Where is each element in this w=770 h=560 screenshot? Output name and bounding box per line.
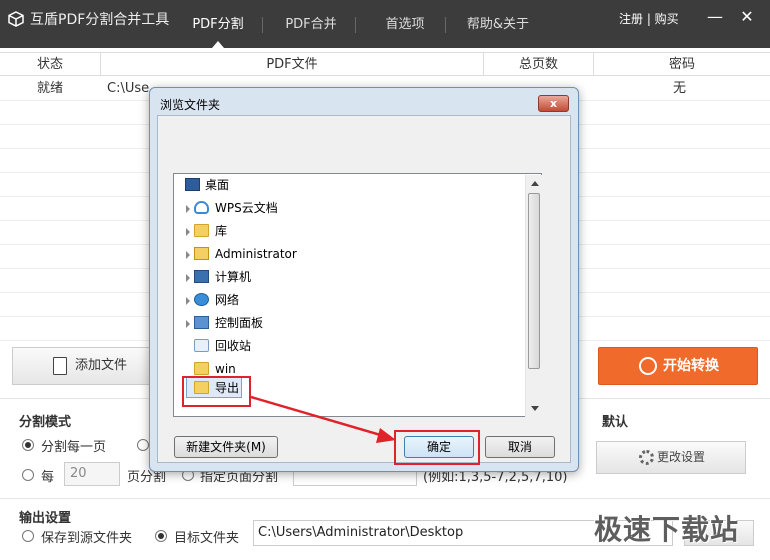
gear-icon [639,450,654,465]
close-button[interactable]: ✕ [738,8,756,26]
minimize-button[interactable]: — [706,8,724,26]
recycle-bin-icon [194,339,209,352]
tab-preferences[interactable]: 首选项 [372,0,438,48]
app-title: 互盾PDF分割合并工具 [30,12,170,28]
tree-item-label: 计算机 [215,270,252,284]
scrollbar-thumb[interactable] [528,193,540,369]
app-logo-icon [8,11,24,27]
save-to-source-radio[interactable] [22,530,34,542]
highlight-ok-button [394,430,480,465]
tab-help-about[interactable]: 帮助&关于 [456,0,540,48]
dialog-title: 浏览文件夹 [160,98,221,112]
tree-item-label: 控制面板 [215,316,264,330]
split-every-label: 每 [41,470,55,485]
file-table-header: 状态 PDF文件 总页数 密码 [0,52,770,76]
desktop-icon [185,178,200,191]
tab-divider [262,17,263,33]
column-total-pages[interactable]: 总页数 [484,53,594,76]
tree-item-label: 网络 [215,293,240,307]
expand-arrow-icon[interactable] [186,228,190,236]
tab-pdf-merge[interactable]: PDF合并 [274,0,348,48]
row-file: C:\Use [107,81,150,96]
expand-arrow-icon[interactable] [186,205,190,213]
split-mode-label: 分割模式 [19,415,72,430]
target-folder-label: 目标文件夹 [174,531,240,546]
browse-folder-dialog: 浏览文件夹 x 桌面 WPS云文档 库 Administrator 计算机 网络… [149,87,579,472]
split-every-radio[interactable] [22,469,34,481]
dialog-body: 桌面 WPS云文档 库 Administrator 计算机 网络 控制面板 回收… [157,115,571,463]
divider [0,498,770,499]
cancel-button[interactable]: 取消 [485,436,555,458]
default-label: 默认 [602,415,629,430]
tree-item-label: WPS云文档 [215,201,278,215]
title-bar: 互盾PDF分割合并工具 PDF分割 PDF合并 首选项 帮助&关于 注册 | 购… [0,0,770,48]
scroll-down-icon[interactable] [531,406,539,411]
tree-item-label: 回收站 [215,339,252,353]
change-settings-button[interactable]: 更改设置 [596,441,746,474]
expand-arrow-icon[interactable] [186,320,190,328]
new-folder-button[interactable]: 新建文件夹(M) [174,436,278,458]
split-mode-radio-hidden[interactable] [137,439,149,451]
row-password: 无 [673,81,687,96]
split-each-page-label: 分割每一页 [41,440,107,455]
user-folder-icon [194,247,209,260]
control-panel-icon [194,316,209,329]
tab-divider [445,17,446,33]
start-icon [639,357,657,375]
expand-arrow-icon[interactable] [186,251,190,259]
start-convert-button[interactable]: 开始转换 [598,347,758,385]
start-convert-label: 开始转换 [663,358,719,374]
output-settings-label: 输出设置 [19,511,72,526]
dialog-close-button[interactable]: x [538,95,569,112]
register-buy-link[interactable]: 注册 | 购买 [619,10,679,27]
tree-item-label: Administrator [215,247,297,261]
scroll-up-icon[interactable] [531,181,539,186]
add-file-label: 添加文件 [75,358,128,373]
row-status: 就绪 [37,81,64,96]
highlight-export-folder [182,376,251,407]
tree-scrollbar[interactable] [525,175,542,417]
tab-pdf-split[interactable]: PDF分割 [180,0,256,48]
add-file-button[interactable]: 添加文件 [12,347,152,385]
computer-icon [194,270,209,283]
change-settings-label: 更改设置 [657,450,706,464]
watermark-logo: 极速下载站 [594,513,740,546]
cloud-icon [194,201,209,214]
folder-icon [194,224,209,237]
column-status[interactable]: 状态 [0,53,101,76]
tree-item-label: 库 [215,224,228,238]
network-icon [194,293,209,306]
split-every-input[interactable]: 20 [64,462,120,486]
add-file-icon [53,357,67,375]
tree-item-label: 桌面 [205,178,230,192]
column-password[interactable]: 密码 [594,53,770,76]
folder-icon [194,362,209,375]
tab-divider [355,17,356,33]
expand-arrow-icon[interactable] [186,297,190,305]
target-folder-radio[interactable] [155,530,167,542]
expand-arrow-icon[interactable] [186,274,190,282]
column-pdf-file[interactable]: PDF文件 [101,53,484,76]
save-to-source-label: 保存到源文件夹 [41,531,133,546]
split-each-page-radio[interactable] [22,439,34,451]
